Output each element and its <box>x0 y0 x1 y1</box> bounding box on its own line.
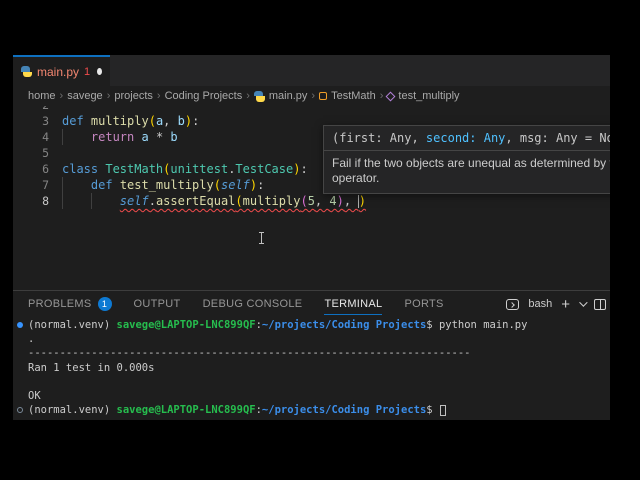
terminal-line-3: ----------------------------------------… <box>28 347 471 360</box>
tab-title: main.py <box>37 64 80 79</box>
vscode-window: main.py 1 home › savege › projects › Coding Pr… <box>13 55 610 420</box>
terminal-line-6: OK <box>28 389 41 402</box>
panel-header: PROBLEMS 1 OUTPUT DEBUG CONSOLE TERMINAL PORT… <box>13 291 610 317</box>
terminal-line-4: Ran 1 test in 0.000s <box>28 361 155 374</box>
line-number: 2 <box>23 106 49 113</box>
line-number: 3 <box>42 114 49 128</box>
panel-tab-debug-console[interactable]: DEBUG CONSOLE <box>203 293 303 315</box>
python-icon <box>253 90 265 102</box>
add-terminal-icon[interactable]: + <box>561 297 570 312</box>
breadcrumb-separator-icon: › <box>246 90 250 102</box>
panel-tabs: PROBLEMS 1 OUTPUT DEBUG CONSOLE TERMINAL PORT… <box>28 292 506 316</box>
line-number: 8 <box>42 194 49 208</box>
tab-main-py[interactable]: main.py 1 <box>13 55 110 86</box>
breadcrumb-separator-icon: › <box>59 90 64 102</box>
tooltip-signature: (first: Any, second: Any, msg: Any = Non… <box>332 131 610 145</box>
problems-count-badge: 1 <box>97 297 112 311</box>
breadcrumb-item-testmath[interactable]: TestMath <box>319 90 376 102</box>
terminal-icon <box>506 298 520 310</box>
split-terminal-icon[interactable] <box>594 298 606 310</box>
class-icon <box>319 92 328 100</box>
breadcrumb-separator-icon: › <box>379 90 384 102</box>
terminal-output[interactable]: (normal.venv) savege@LAPTOP-LNC899QF:~/p… <box>13 318 610 420</box>
error-squiggle: self.assertEqual(multiply(5, 4), ) <box>119 194 367 208</box>
shell-selector[interactable]: bash <box>528 298 552 310</box>
breadcrumb-item-projects[interactable]: projects <box>114 90 153 102</box>
hover-tooltip: (first: Any, second: Any, msg: Any = Non… <box>323 125 610 194</box>
command-decoration-icon[interactable] <box>17 322 23 328</box>
video-letterbox: main.py 1 home › savege › projects › Coding Pr… <box>0 0 640 480</box>
command-decoration-icon[interactable] <box>17 407 23 414</box>
breadcrumb-item-main-py[interactable]: main.py <box>253 90 307 102</box>
code-line-8: 8 self.assertEqual(multiply(5, 4), ) <box>13 193 610 209</box>
terminal-line-5 <box>13 375 610 389</box>
chevron-down-icon[interactable] <box>579 298 588 307</box>
breadcrumb-separator-icon: › <box>106 90 111 102</box>
terminal-line-2: . <box>28 333 35 346</box>
tab-problem-count: 1 <box>84 65 91 78</box>
python-icon <box>21 66 32 77</box>
breadcrumb-item-home[interactable]: home <box>28 90 56 102</box>
method-icon <box>385 91 396 101</box>
line-number: 7 <box>42 178 49 192</box>
breadcrumb: home › savege › projects › Coding Projects › mai… <box>13 86 610 106</box>
terminal-cursor <box>439 405 446 417</box>
terminal-line-1: (normal.venv) savege@LAPTOP-LNC899QF:~/p… <box>13 318 610 332</box>
panel-tab-ports[interactable]: PORTS <box>404 293 443 315</box>
panel-tab-output[interactable]: OUTPUT <box>134 293 181 315</box>
panel-tab-problems[interactable]: PROBLEMS 1 <box>28 292 112 316</box>
mouse-ibeam-cursor <box>258 232 265 245</box>
breadcrumb-item-coding-projects[interactable]: Coding Projects <box>165 90 243 102</box>
breadcrumb-item-savege[interactable]: savege <box>67 90 102 102</box>
breadcrumb-item-test-multiply[interactable]: test_multiply <box>385 90 460 102</box>
terminal-line-7: (normal.venv) savege@LAPTOP-LNC899QF:~/p… <box>13 403 610 417</box>
line-number: 6 <box>42 162 49 176</box>
tooltip-description: Fail if the two objects are unequal as d… <box>332 156 610 185</box>
panel-tab-terminal[interactable]: TERMINAL <box>324 293 383 315</box>
line-number: 4 <box>42 130 49 144</box>
editor-tab-bar: main.py 1 <box>13 55 610 86</box>
breadcrumb-separator-icon: › <box>156 90 161 102</box>
code-line-2: 2 <box>13 106 610 113</box>
modified-dot-icon[interactable] <box>97 68 102 75</box>
panel-actions: bash + <box>506 297 606 312</box>
breadcrumb-separator-icon: › <box>311 90 316 102</box>
line-number: 5 <box>42 146 49 160</box>
